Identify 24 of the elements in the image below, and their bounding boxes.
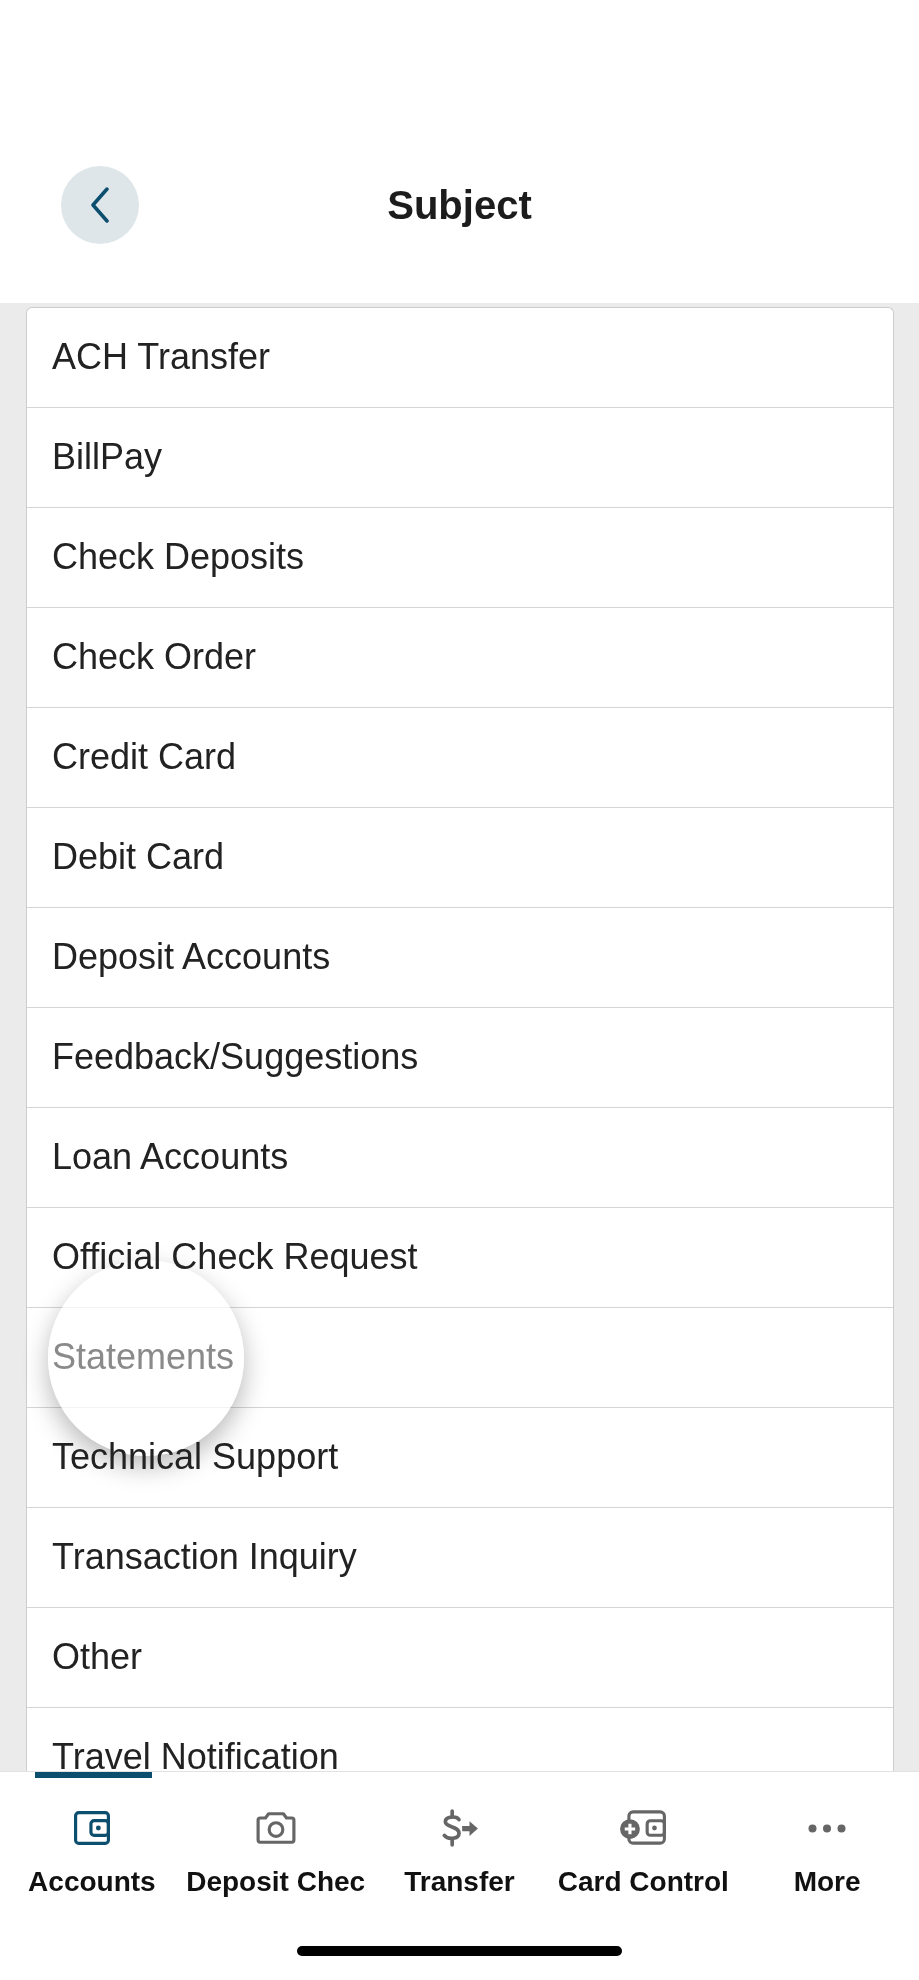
subject-option[interactable]: Deposit Accounts [27,908,893,1008]
nav-tab[interactable]: Accounts [0,1772,184,1922]
camera-icon [255,1811,296,1845]
subject-option[interactable]: ACH Transfer [27,308,893,408]
subject-option[interactable]: Feedback/Suggestions [27,1008,893,1108]
subject-option[interactable]: Check Order [27,608,893,708]
subject-option[interactable]: Credit Card [27,708,893,808]
nav-tab[interactable]: Deposit Chec [183,1772,368,1922]
subject-option[interactable]: Transaction Inquiry [27,1508,893,1608]
page-title: Subject [387,182,532,229]
chevron-left-icon [90,187,110,223]
subject-option[interactable]: BillPay [27,408,893,508]
wallet-icon [73,1811,110,1845]
subject-option[interactable]: Debit Card [27,808,893,908]
subject-option[interactable]: Official Check Request [27,1208,893,1308]
subject-option[interactable]: Check Deposits [27,508,893,608]
wallet-plus-icon [619,1810,668,1846]
subject-option[interactable]: Other [27,1608,893,1708]
subject-option[interactable]: Loan Accounts [27,1108,893,1208]
ellipsis-icon [808,1823,847,1833]
nav-tab[interactable]: Card Control [551,1772,736,1922]
nav-tab[interactable]: Transfer [367,1772,552,1922]
subject-option[interactable]: Technical Support [27,1408,893,1508]
nav-tab[interactable]: More [735,1772,919,1922]
